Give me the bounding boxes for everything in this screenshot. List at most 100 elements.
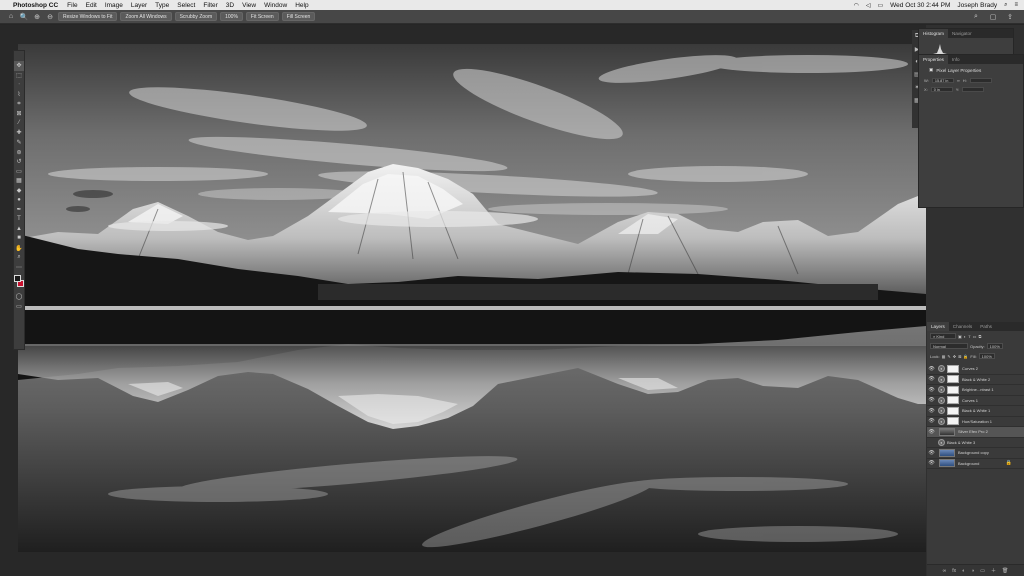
layer-row[interactable]: 👁 ◐ Black & White 1	[927, 406, 1024, 417]
tab-histogram[interactable]: Histogram	[919, 29, 948, 38]
color-swatches[interactable]	[14, 275, 24, 289]
filter-adjustment-icon[interactable]: ◐	[964, 334, 966, 339]
crop-tool-icon[interactable]: ⌗	[14, 99, 24, 109]
layer-name[interactable]: Background	[958, 461, 979, 466]
new-layer-icon[interactable]: ＋	[991, 567, 996, 574]
layer-name[interactable]: Hue/Saturation 1	[962, 419, 992, 424]
layer-name[interactable]: Background copy	[958, 450, 989, 455]
layer-name[interactable]: Black & White 1	[962, 408, 990, 413]
lock-all-icon[interactable]: 🔒	[963, 354, 968, 359]
layer-name[interactable]: Silver Efex Pro 2	[958, 429, 988, 434]
layer-mask-thumbnail[interactable]	[947, 385, 959, 394]
hand-tool-icon[interactable]: ✋	[14, 243, 24, 253]
layer-row[interactable]: 👁 Background 🔒	[927, 459, 1024, 469]
visibility-icon[interactable]: 👁	[927, 397, 936, 403]
opacity-field[interactable]: 100%	[986, 343, 1003, 349]
layer-row[interactable]: 👁 ◐ Brightne...ntrast 1	[927, 385, 1024, 396]
visibility-icon[interactable]: 👁	[927, 408, 936, 414]
brush-tool-icon[interactable]: ✎	[14, 138, 24, 148]
frame-tool-icon[interactable]: ⊠	[14, 109, 24, 119]
visibility-icon[interactable]: 👁	[927, 387, 936, 393]
layer-mask-thumbnail[interactable]	[947, 417, 959, 426]
clone-stamp-tool-icon[interactable]: ⊛	[14, 147, 24, 157]
fill-screen-button[interactable]: Fill Screen	[281, 12, 316, 21]
tab-paths[interactable]: Paths	[976, 322, 996, 331]
link-icon[interactable]: ∞	[957, 78, 960, 83]
x-field[interactable]: 0 in	[930, 87, 953, 92]
menu-3d[interactable]: 3D	[226, 2, 234, 9]
spotlight-icon[interactable]: ⌕	[1004, 2, 1007, 9]
layer-name[interactable]: Brightne...ntrast 1	[962, 387, 994, 392]
visibility-icon[interactable]: 👁	[927, 366, 936, 372]
zoom-all-windows-checkbox[interactable]: Zoom All Windows	[120, 12, 172, 21]
add-mask-icon[interactable]: ◐	[962, 568, 965, 574]
layer-style-icon[interactable]: fx	[952, 568, 956, 574]
menu-type[interactable]: Type	[155, 2, 169, 9]
scrubby-zoom-checkbox[interactable]: Scrubby Zoom	[174, 12, 218, 21]
filter-type-icon[interactable]: T	[968, 334, 970, 339]
image-canvas[interactable]	[18, 44, 926, 552]
menu-filter[interactable]: Filter	[203, 2, 217, 9]
layer-row[interactable]: 👁 ◐ Hue/Saturation 1	[927, 417, 1024, 427]
pen-tool-icon[interactable]: ✒	[14, 205, 24, 215]
layer-row-selected[interactable]: 👁 Silver Efex Pro 2	[927, 427, 1024, 438]
share-icon[interactable]: ⇪	[1005, 12, 1015, 22]
visibility-icon[interactable]: 👁	[927, 418, 936, 424]
width-field[interactable]: 15.87 in	[931, 78, 954, 83]
lock-artboard-icon[interactable]: ⊠	[958, 354, 961, 359]
layer-mask-thumbnail[interactable]	[947, 375, 959, 384]
zoom-100-button[interactable]: 100%	[220, 12, 243, 21]
resize-windows-checkbox[interactable]: Resize Windows to Fit	[58, 12, 118, 21]
layer-name[interactable]: Black & White 3	[947, 440, 975, 445]
layer-name[interactable]: Curves 2	[962, 366, 978, 371]
layer-row[interactable]: 👁 ◐ Black & White 2	[927, 375, 1024, 385]
layer-mask-thumbnail[interactable]	[947, 396, 959, 405]
shape-tool-icon[interactable]: ■	[14, 234, 24, 244]
zoom-in-icon[interactable]: ⊕	[32, 12, 42, 22]
new-group-icon[interactable]: ▭	[980, 568, 985, 574]
home-icon[interactable]: ⌂	[6, 12, 16, 22]
history-brush-tool-icon[interactable]: ↺	[14, 157, 24, 167]
fit-screen-button[interactable]: Fit Screen	[245, 12, 279, 21]
menu-file[interactable]: File	[67, 2, 77, 9]
layer-row[interactable]: 👁 ◐ Curves 2	[927, 364, 1024, 375]
tab-layers[interactable]: Layers	[927, 322, 949, 331]
layer-thumbnail[interactable]	[939, 427, 955, 436]
more-tools-icon[interactable]: ⋯	[14, 262, 24, 272]
layer-mask-thumbnail[interactable]	[947, 364, 959, 373]
layer-row[interactable]: ◐ Black & White 3	[927, 438, 1024, 448]
healing-tool-icon[interactable]: ✚	[14, 128, 24, 138]
visibility-icon[interactable]: 👁	[927, 429, 936, 435]
layer-name[interactable]: Curves 1	[962, 398, 978, 403]
tab-info[interactable]: Info	[948, 55, 964, 64]
menu-layer[interactable]: Layer	[131, 2, 147, 9]
height-field[interactable]	[969, 78, 992, 83]
path-select-tool-icon[interactable]: ▲	[14, 224, 24, 234]
search-icon[interactable]: ⌕	[971, 12, 981, 22]
fill-field[interactable]: 100%	[978, 353, 995, 359]
user-name[interactable]: Joseph Brady	[957, 2, 997, 9]
tab-properties[interactable]: Properties	[919, 55, 948, 64]
eraser-tool-icon[interactable]: ▭	[14, 167, 24, 177]
delete-layer-icon[interactable]: 🗑	[1002, 568, 1008, 574]
volume-icon[interactable]: ◁	[866, 2, 871, 9]
tab-navigator[interactable]: Navigator	[948, 29, 976, 38]
menu-window[interactable]: Window	[264, 2, 287, 9]
battery-icon[interactable]: ▭	[877, 2, 883, 9]
layer-thumbnail[interactable]	[939, 459, 955, 468]
layer-mask-thumbnail[interactable]	[947, 406, 959, 415]
wifi-icon[interactable]: ◠	[854, 2, 859, 9]
filter-pixel-icon[interactable]: ▣	[958, 334, 962, 339]
lasso-tool-icon[interactable]: ᐧ	[14, 80, 24, 90]
dodge-tool-icon[interactable]: ●	[14, 195, 24, 205]
visibility-icon[interactable]: 👁	[927, 450, 936, 456]
eyedropper-tool-icon[interactable]: ⁄	[14, 119, 24, 129]
menu-image[interactable]: Image	[105, 2, 123, 9]
screen-mode-icon[interactable]: ▭	[14, 302, 24, 312]
visibility-icon[interactable]: 👁	[927, 376, 936, 382]
filter-smart-icon[interactable]: ⧉	[978, 334, 981, 339]
app-menu[interactable]: Photoshop CC	[13, 2, 58, 9]
blend-mode-select[interactable]: Normal	[930, 343, 968, 349]
lock-pixels-icon[interactable]: ✎	[947, 354, 950, 359]
quick-mask-icon[interactable]: ◯	[14, 292, 24, 302]
